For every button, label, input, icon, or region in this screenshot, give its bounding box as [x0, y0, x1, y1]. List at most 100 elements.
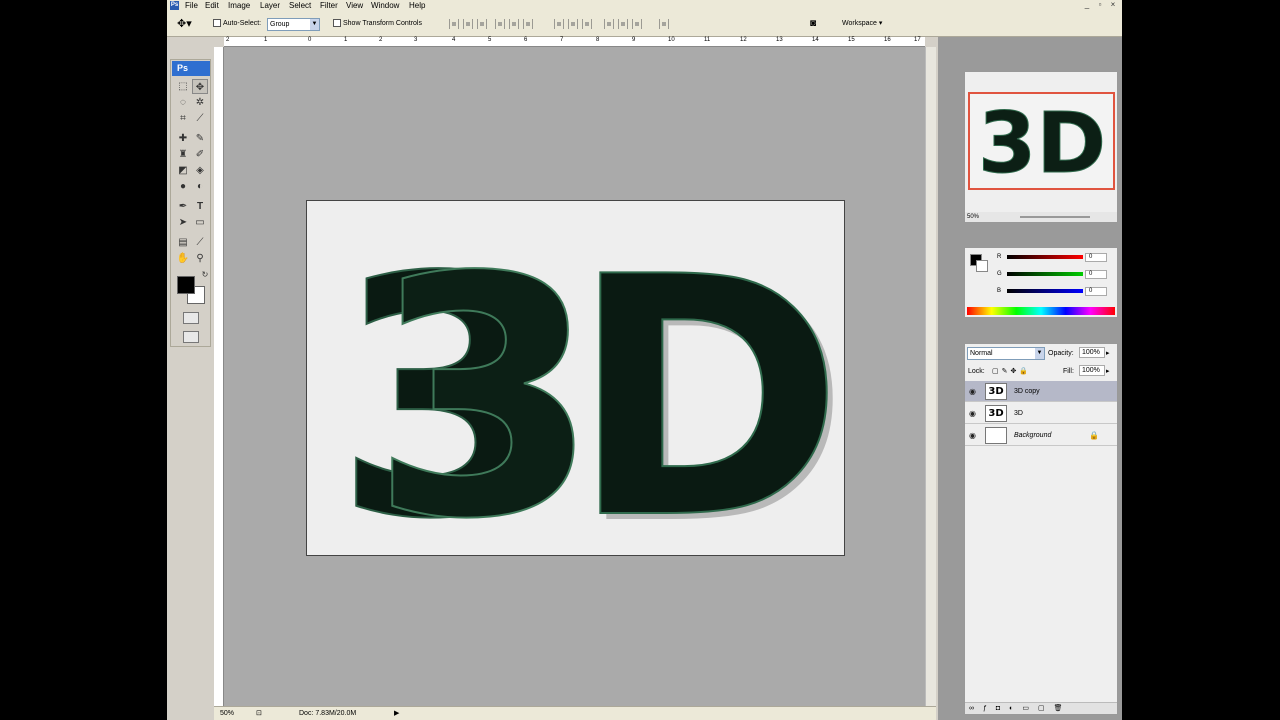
move-tool-preset-icon[interactable]: ✥▾ [177, 18, 192, 30]
camera-icon[interactable]: ◙ [810, 18, 816, 30]
align-bottom-icon[interactable] [477, 19, 487, 29]
menu-edit[interactable]: Edit [205, 0, 219, 11]
slice-tool-icon[interactable]: ⟋ [192, 111, 208, 126]
zoom-tool-icon[interactable]: ⚲ [192, 251, 208, 266]
green-slider[interactable] [1007, 272, 1083, 276]
blend-mode-dropdown[interactable]: Normal ▼ [967, 347, 1045, 360]
auto-align-icon[interactable] [659, 19, 669, 29]
layers-panel: Normal ▼ Opacity: 100% ▸ Lock: ▢✎✥🔒 Fill… [964, 343, 1118, 715]
new-layer-icon[interactable]: ▢ [1038, 705, 1054, 712]
clone-stamp-icon[interactable]: ♜ [175, 147, 191, 162]
distribute-left-icon[interactable] [604, 19, 614, 29]
auto-select-dropdown[interactable]: Group ▼ [267, 18, 320, 31]
dodge-tool-icon[interactable]: ◐ [192, 179, 208, 194]
hand-tool-icon[interactable]: ✋ [175, 251, 191, 266]
fx-icon[interactable]: ƒ [983, 705, 996, 712]
layer-row[interactable]: ◉ 3D 3D copy [965, 381, 1117, 402]
marquee-tool-icon[interactable]: ⬚ [175, 79, 191, 94]
distribute-vcenter-icon[interactable] [568, 19, 578, 29]
distribute-top-icon[interactable] [554, 19, 564, 29]
document-canvas[interactable]: 3 3 D D [306, 200, 846, 557]
swap-colors-icon[interactable]: ↻ [197, 267, 213, 282]
path-selection-icon[interactable]: ➤ [175, 215, 191, 230]
distribute-bottom-icon[interactable] [582, 19, 592, 29]
ruler-tick: 12 [740, 37, 747, 43]
navigator-zoom[interactable]: 50% [967, 214, 979, 220]
status-menu-arrow-icon[interactable]: ▶ [394, 707, 399, 720]
align-vcenter-icon[interactable] [463, 19, 473, 29]
lock-icon: 🔒 [1089, 431, 1099, 440]
align-left-icon[interactable] [495, 19, 505, 29]
fill-arrow-icon[interactable]: ▸ [1106, 366, 1110, 377]
opacity-arrow-icon[interactable]: ▸ [1106, 348, 1110, 359]
red-value[interactable]: 0 [1085, 253, 1107, 262]
quick-mask-icon[interactable] [183, 312, 199, 324]
eye-icon[interactable]: ◉ [969, 425, 979, 446]
status-info-icon[interactable]: ⊡ [256, 707, 262, 720]
magic-wand-tool-icon[interactable]: ✲ [192, 95, 208, 110]
opacity-input[interactable]: 100% [1079, 347, 1105, 358]
eyedropper-tool-icon[interactable]: ⟋ [192, 235, 208, 250]
minimize-button[interactable]: _ [1081, 0, 1093, 9]
fill-input[interactable]: 100% [1079, 365, 1105, 376]
align-hcenter-icon[interactable] [509, 19, 519, 29]
move-tool-icon[interactable]: ✥ [192, 79, 208, 94]
show-transform-checkbox[interactable]: Show Transform Controls [333, 18, 422, 30]
navigator-zoom-slider[interactable] [1020, 216, 1090, 218]
layer-row[interactable]: ◉ 3D 3D [965, 403, 1117, 424]
foreground-color-swatch[interactable] [177, 276, 195, 294]
menu-layer[interactable]: Layer [260, 0, 280, 11]
mask-icon[interactable]: ◘ [996, 705, 1009, 712]
blue-value[interactable]: 0 [1085, 287, 1107, 296]
menu-image[interactable]: Image [228, 0, 250, 11]
blur-tool-icon[interactable]: ● [175, 179, 191, 194]
menu-file[interactable]: File [185, 0, 198, 11]
align-right-icon[interactable] [523, 19, 533, 29]
brush-tool-icon[interactable]: ✎ [192, 131, 208, 146]
paint-bucket-icon[interactable]: ◈ [192, 163, 208, 178]
shape-tool-icon[interactable]: ▭ [192, 215, 208, 230]
workspace-label: Workspace [842, 20, 877, 27]
trash-icon[interactable]: 🗑 [1054, 705, 1072, 712]
distribute-right-icon[interactable] [632, 19, 642, 29]
zoom-level[interactable]: 50% [220, 707, 234, 720]
pen-tool-icon[interactable]: ✒ [175, 199, 191, 214]
layer-thumbnail: 3D [985, 405, 1007, 422]
eye-icon[interactable]: ◉ [969, 381, 979, 402]
navigator-thumbnail[interactable]: 3D [968, 92, 1115, 193]
adjustment-icon[interactable]: ◐ [1009, 705, 1022, 712]
distribute-hcenter-icon[interactable] [618, 19, 628, 29]
green-value[interactable]: 0 [1085, 270, 1107, 279]
screen-mode-icon[interactable] [183, 331, 199, 343]
close-button[interactable]: × [1107, 0, 1119, 9]
bg-color-swatch[interactable] [976, 260, 988, 272]
menu-help[interactable]: Help [409, 0, 425, 11]
ruler-tick: 16 [884, 37, 891, 43]
red-slider[interactable] [1007, 255, 1083, 259]
workspace-menu[interactable]: Workspace ▾ [842, 18, 882, 30]
color-spectrum[interactable] [967, 307, 1115, 315]
crop-tool-icon[interactable]: ⌗ [175, 111, 191, 126]
group-icon[interactable]: ▭ [1022, 705, 1038, 712]
canvas-area[interactable]: 3 3 D D [224, 47, 925, 706]
vertical-scrollbar[interactable] [925, 47, 936, 706]
lasso-tool-icon[interactable]: ◌ [175, 95, 191, 110]
menu-select[interactable]: Select [289, 0, 311, 11]
align-top-icon[interactable] [449, 19, 459, 29]
menu-view[interactable]: View [346, 0, 363, 11]
notes-tool-icon[interactable]: ▤ [175, 235, 191, 250]
menu-filter[interactable]: Filter [320, 0, 338, 11]
healing-brush-icon[interactable]: ✚ [175, 131, 191, 146]
layer-row[interactable]: ◉ Background 🔒 [965, 425, 1117, 446]
eraser-tool-icon[interactable]: ◩ [175, 163, 191, 178]
link-layers-icon[interactable]: ∞ [969, 705, 983, 712]
blue-slider[interactable] [1007, 289, 1083, 293]
history-brush-icon[interactable]: ✐ [192, 147, 208, 162]
maximize-button[interactable]: ▫ [1094, 0, 1106, 9]
eye-icon[interactable]: ◉ [969, 403, 979, 424]
type-tool-icon[interactable]: T [192, 199, 208, 214]
auto-select-checkbox[interactable]: Auto-Select: [213, 18, 261, 30]
ruler-tick: 10 [668, 37, 675, 43]
menu-window[interactable]: Window [371, 0, 399, 11]
lock-icons[interactable]: ▢✎✥🔒 [992, 366, 1031, 377]
